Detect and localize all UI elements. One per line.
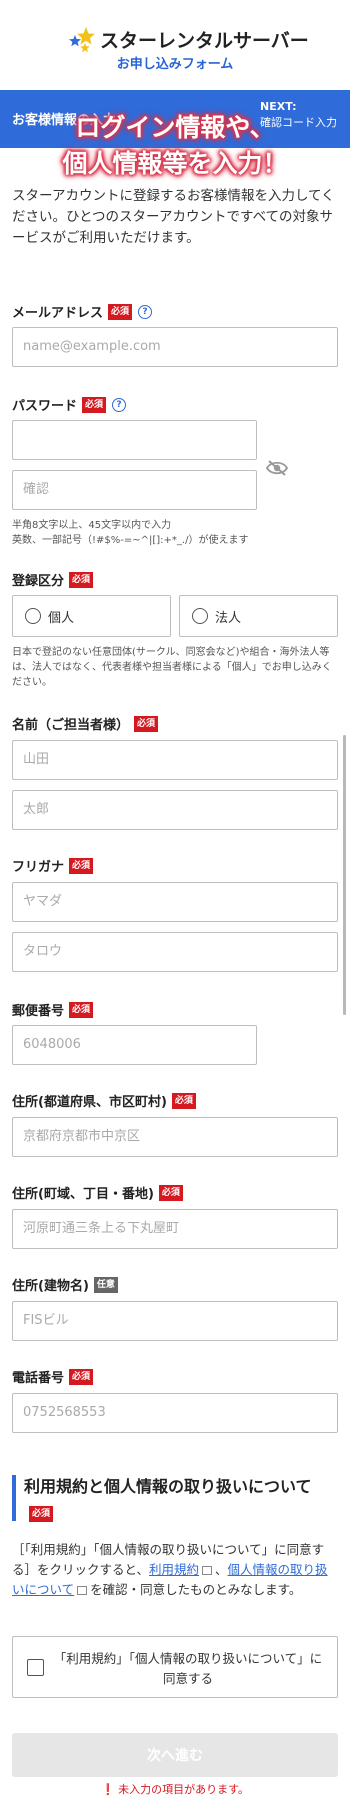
next-step-name: 確認コード入力 <box>260 116 337 129</box>
terms-section-title: 利用規約と個人情報の取り扱いについて <box>24 1477 312 1496</box>
last-name-field[interactable]: 山田 <box>12 740 338 780</box>
page-header: スターレンタルサーバー お申し込みフォーム <box>0 0 350 90</box>
next-step-label: NEXT: <box>260 100 297 113</box>
password-hint-line-2: 英数、一部記号（!#$%-=~^|[]:+*_./）が使えます <box>12 535 249 546</box>
email-label: メールアドレス 必須 ? <box>12 302 153 321</box>
terms-of-service-link[interactable]: 利用規約 <box>149 1562 199 1577</box>
logo-text: スターレンタルサーバー <box>100 30 309 52</box>
eye-slash-icon[interactable] <box>266 460 288 476</box>
next-step: NEXT: 確認コード入力 <box>260 99 337 131</box>
postal-label: 郵便番号 必須 <box>12 1000 94 1019</box>
agree-checkbox-row[interactable]: 「利用規約」「個人情報の取り扱いについて」に同意する <box>12 1636 338 1698</box>
radio-corporation-label: 法人 <box>215 610 242 626</box>
external-link-icon <box>202 1566 213 1575</box>
name-label: 名前（ご担当者様） 必須 <box>12 714 159 733</box>
password-label: パスワード 必須 ? <box>12 395 127 414</box>
scrollbar[interactable] <box>343 735 346 1015</box>
registration-type-note: 日本で登記のない任意団体(サークル、同窓会など)や組合・海外法人等は、法人ではな… <box>12 647 332 688</box>
form-subtitle: お申し込みフォーム <box>116 57 234 72</box>
optional-badge: 任意 <box>93 1276 118 1293</box>
radio-individual[interactable]: 個人 <box>12 595 171 637</box>
error-message-text: 未入力の項目があります。 <box>118 1783 250 1796</box>
radio-corporation[interactable]: 法人 <box>179 595 338 637</box>
registration-type-label: 登録区分 必須 <box>12 570 94 589</box>
password-confirm-field[interactable]: 確認 <box>12 470 257 510</box>
registration-type-label-text: 登録区分 <box>12 574 65 589</box>
step-progress-bar: お客様情報の入力 NEXT: 確認コード入力 <box>0 90 350 148</box>
required-badge: 必須 <box>158 1184 183 1201</box>
address3-label-text: 住所(建物名) <box>12 1279 89 1294</box>
furigana-label: フリガナ 必須 <box>12 856 94 875</box>
section-accent-bar <box>12 1475 16 1521</box>
banner-line-2: 個人情報等を入力！ <box>62 149 288 178</box>
terms-separator: 、 <box>215 1562 228 1577</box>
address3-field[interactable]: FISビル <box>12 1301 338 1341</box>
password-field[interactable] <box>12 420 257 460</box>
password-hint: 半角8文字以上、45文字以内で入力 英数、一部記号（!#$%-=~^|[]:+*… <box>12 518 248 548</box>
help-icon[interactable]: ? <box>112 397 127 412</box>
radio-circle-icon <box>25 608 41 624</box>
required-badge: 必須 <box>69 1001 94 1018</box>
postal-label-text: 郵便番号 <box>12 1004 65 1019</box>
terms-text-after: を確認・同意したものとみなします。 <box>90 1582 302 1597</box>
terms-description: ［「利用規約」「個人情報の取り扱いについて」に同意する］をクリックすると、利用規… <box>12 1540 338 1600</box>
address1-label-text: 住所(都道府県、市区町村) <box>12 1095 167 1110</box>
radio-circle-icon <box>192 608 208 624</box>
address1-field[interactable]: 京都府京都市中京区 <box>12 1117 338 1157</box>
phone-field[interactable]: 0752568553 <box>12 1393 338 1433</box>
required-badge: 必須 <box>134 715 159 732</box>
address2-label-text: 住所(町域、丁目・番地) <box>12 1187 154 1202</box>
phone-label: 電話番号 必須 <box>12 1367 94 1386</box>
first-name-field[interactable]: 太郎 <box>12 790 338 830</box>
warning-icon: ❗ <box>100 1783 115 1796</box>
required-badge: 必須 <box>171 1092 196 1109</box>
agree-checkbox[interactable] <box>27 1659 44 1676</box>
required-badge: 必須 <box>69 1368 94 1385</box>
name-label-text: 名前（ご担当者様） <box>12 718 130 733</box>
error-message: ❗ 未入力の項目があります。 <box>0 1781 350 1797</box>
next-button[interactable]: 次へ進む <box>12 1733 338 1777</box>
address2-field[interactable]: 河原町通三条上る下丸屋町 <box>12 1209 338 1249</box>
current-step: お客様情報の入力 <box>12 113 117 128</box>
address1-label: 住所(都道府県、市区町村) 必須 <box>12 1091 196 1110</box>
external-link-icon <box>77 1586 88 1595</box>
address3-label: 住所(建物名) 任意 <box>12 1275 118 1294</box>
first-name-kana-field[interactable]: タロウ <box>12 932 338 972</box>
postal-code-field[interactable]: 6048006 <box>12 1025 257 1065</box>
required-badge: 必須 <box>82 396 107 413</box>
required-badge: 必須 <box>69 571 94 588</box>
password-hint-line-1: 半角8文字以上、45文字以内で入力 <box>12 520 172 531</box>
email-field[interactable]: name@example.com <box>12 327 338 367</box>
address2-label: 住所(町域、丁目・番地) 必須 <box>12 1183 183 1202</box>
email-label-text: メールアドレス <box>12 306 104 321</box>
last-name-kana-field[interactable]: ヤマダ <box>12 882 338 922</box>
required-badge: 必須 <box>69 857 94 874</box>
star-logo-icon <box>69 27 95 53</box>
required-badge: 必須 <box>29 1506 54 1522</box>
radio-individual-label: 個人 <box>48 610 75 626</box>
agree-label: 「利用規約」「個人情報の取り扱いについて」に同意する <box>53 1651 323 1686</box>
help-icon[interactable]: ? <box>138 304 153 319</box>
intro-text: スターアカウントに登録するお客様情報を入力してください。ひとつのスターアカウント… <box>12 188 335 246</box>
required-badge: 必須 <box>108 303 133 320</box>
phone-label-text: 電話番号 <box>12 1371 65 1386</box>
password-label-text: パスワード <box>12 399 78 414</box>
furigana-label-text: フリガナ <box>12 860 65 875</box>
